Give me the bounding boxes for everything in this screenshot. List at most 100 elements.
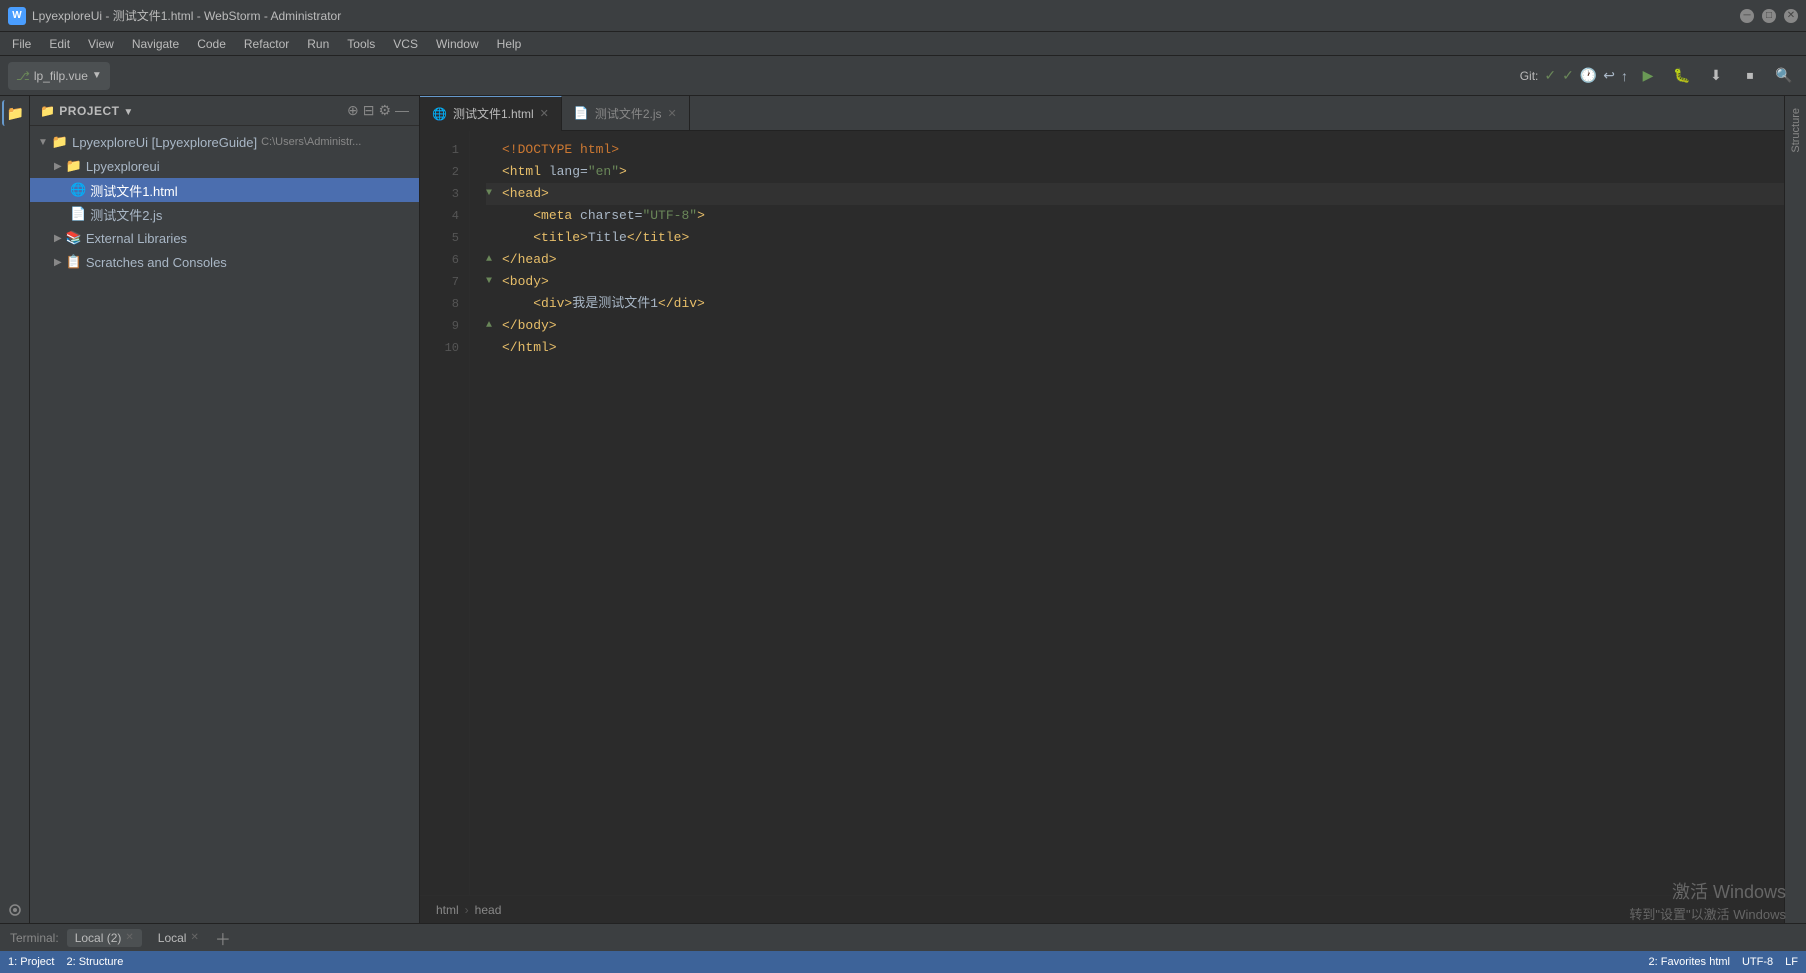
tree-file-html1[interactable]: 🌐 测试文件1.html [30,178,419,202]
sidebar-title: 📁 Project ▼ [40,104,134,118]
bc-html[interactable]: html [436,903,459,917]
code-content[interactable]: <!DOCTYPE html> <html lang="en"> ▼ <head… [470,131,1784,895]
activity-project[interactable]: 📁 [2,100,28,126]
menu-navigate[interactable]: Navigate [124,35,187,53]
settings-icon[interactable]: ⚙ [378,102,391,119]
fold-icon-7[interactable]: ▼ [486,271,500,293]
line-num-9: 9 [420,315,459,337]
sidebar-header-icons: ⊕ ⊟ ⚙ — [347,102,409,119]
tree-folder-lpyexploreui[interactable]: ▶ 📁 Lpyexploreui [30,154,419,178]
run-button[interactable]: ▶ [1634,62,1662,90]
toolbar: ⎇ lp_filp.vue ▼ Git: ✓ ✓ 🕐 ↩ ↑ ▶ 🐛 ⬇ ⏹ 🔍 [0,56,1806,96]
code-editor[interactable]: 1 2 3 4 5 6 7 8 9 10 <!DOCTYPE html> [420,131,1784,895]
terminal-tab-local-label: Local [158,931,187,945]
fold-icon-3[interactable]: ▼ [486,183,500,205]
app-logo: W [8,7,26,25]
search-everywhere-button[interactable]: 🔍 [1770,62,1798,90]
tree-external-libs[interactable]: ▶ 📚 External Libraries [30,226,419,250]
terminal-tab-local[interactable]: Local ✕ [150,929,207,947]
status-bar: 1: Project 2: Structure 2: Favorites htm… [0,951,1806,973]
bc-head[interactable]: head [475,903,502,917]
tab-js2[interactable]: 📄 测试文件2.js ✕ [562,96,690,131]
status-favorites[interactable]: 2: Favorites [1649,951,1706,973]
activity-bar: 📁 [0,96,30,923]
file-html1-label: 测试文件1.html [90,181,177,200]
branch-selector[interactable]: ⎇ lp_filp.vue ▼ [8,62,110,90]
collapse-icon[interactable]: ⊟ [363,102,375,119]
status-right: html UTF-8 LF [1709,956,1798,968]
terminal-tab-local2-close[interactable]: ✕ [125,932,133,943]
coverage-button[interactable]: ⬇ [1702,62,1730,90]
terminal-bar: Terminal: Local (2) ✕ Local ✕ ＋ [0,923,1806,951]
menu-bar: File Edit View Navigate Code Refactor Ru… [0,32,1806,56]
line-num-4: 4 [420,205,459,227]
minimize-sidebar-icon[interactable]: — [395,102,409,119]
tree-file-js2[interactable]: 📄 测试文件2.js [30,202,419,226]
project-icon: 📁 [40,104,59,118]
code-line-10: </html> [486,337,1784,359]
terminal-tab-local2[interactable]: Local (2) ✕ [67,929,142,947]
title-bar-controls: ─ □ ✕ [1740,9,1798,23]
activity-commit[interactable] [2,897,28,923]
sidebar-header: 📁 Project ▼ ⊕ ⊟ ⚙ — [30,96,419,126]
breadcrumb: html › head [420,895,1784,923]
menu-edit[interactable]: Edit [41,35,78,53]
code-line-9: ▲ </body> [486,315,1784,337]
toolbar-right: Git: ✓ ✓ 🕐 ↩ ↑ ▶ 🐛 ⬇ ⏹ 🔍 [1520,62,1798,90]
tab-html1-close[interactable]: ✕ [540,107,549,120]
line-numbers: 1 2 3 4 5 6 7 8 9 10 [420,131,470,895]
git-push-icon[interactable]: ↑ [1621,68,1628,84]
tree-scratches[interactable]: ▶ 📋 Scratches and Consoles [30,250,419,274]
menu-code[interactable]: Code [189,35,234,53]
terminal-label: Terminal: [10,931,59,945]
terminal-add-button[interactable]: ＋ [215,926,231,950]
add-file-icon[interactable]: ⊕ [347,102,359,119]
line-num-8: 8 [420,293,459,315]
status-project[interactable]: 1: Project [8,956,54,968]
title-bar-left: W LpyexploreUi - 测试文件1.html - WebStorm -… [8,7,341,25]
menu-tools[interactable]: Tools [339,35,383,53]
code-line-1: <!DOCTYPE html> [486,139,1784,161]
maximize-button[interactable]: □ [1762,9,1776,23]
code-line-7: ▼ <body> [486,271,1784,293]
debug-button[interactable]: 🐛 [1668,62,1696,90]
branch-name: lp_filp.vue [34,69,88,83]
menu-refactor[interactable]: Refactor [236,35,297,53]
menu-file[interactable]: File [4,35,39,53]
tab-html1-icon: 🌐 [432,107,447,121]
chevron-down-icon: ▼ [92,70,102,81]
chevron-down-icon: ▼ [123,107,133,118]
code-line-5: <title>Title</title> [486,227,1784,249]
root-path: C:\Users\Administr... [261,136,361,148]
stop-button[interactable]: ⏹ [1736,62,1764,90]
line-num-10: 10 [420,337,459,359]
close-button[interactable]: ✕ [1784,9,1798,23]
status-structure[interactable]: 2: Structure [66,956,123,968]
tab-html1[interactable]: 🌐 测试文件1.html ✕ [420,96,562,131]
right-tab-structure[interactable]: Structure [1788,100,1804,161]
menu-vcs[interactable]: VCS [385,35,426,53]
code-line-6: ▲ </head> [486,249,1784,271]
main-layout: 📁 📁 Project ▼ ⊕ ⊟ ⚙ — ▼ 📁 Lpyex [0,96,1806,923]
menu-view[interactable]: View [80,35,122,53]
tab-js2-close[interactable]: ✕ [668,107,677,120]
title-bar: W LpyexploreUi - 测试文件1.html - WebStorm -… [0,0,1806,32]
tree-root[interactable]: ▼ 📁 LpyexploreUi [LpyexploreGuide] C:\Us… [30,130,419,154]
root-name: LpyexploreUi [LpyexploreGuide] [72,135,257,150]
git-check-icon[interactable]: ✓ [1544,67,1556,84]
fold-icon-6[interactable]: ▲ [486,249,500,271]
git-revert-icon[interactable]: ↩ [1603,67,1615,84]
menu-window[interactable]: Window [428,35,487,53]
minimize-button[interactable]: ─ [1740,9,1754,23]
file-js2-label: 测试文件2.js [90,205,162,224]
git-check2-icon[interactable]: ✓ [1562,67,1574,84]
menu-help[interactable]: Help [489,35,530,53]
menu-run[interactable]: Run [299,35,337,53]
status-left: 1: Project 2: Structure 2: Favorites [8,956,123,968]
fold-icon-9[interactable]: ▲ [486,315,500,337]
external-libs-label: External Libraries [86,231,187,246]
code-line-2: <html lang="en"> [486,161,1784,183]
terminal-tab-local-close[interactable]: ✕ [190,932,198,943]
right-sidebar: Structure [1784,96,1806,923]
git-history-icon[interactable]: 🕐 [1580,67,1597,84]
